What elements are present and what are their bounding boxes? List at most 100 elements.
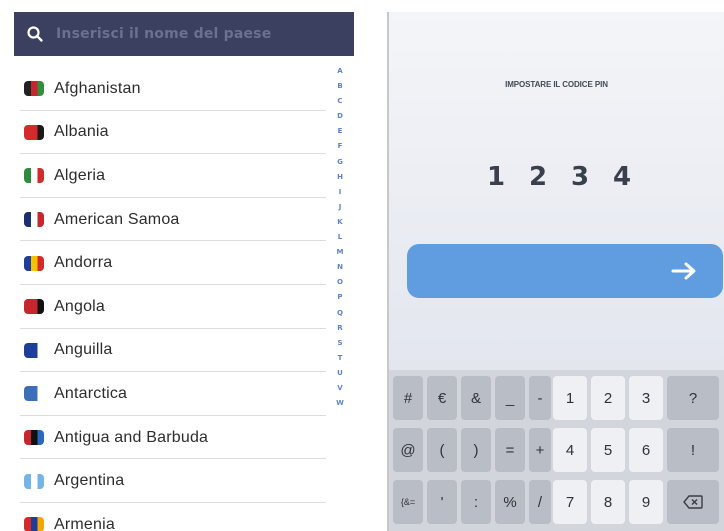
keyboard-key[interactable]: /: [529, 480, 551, 524]
flag-icon: [24, 473, 44, 489]
keyboard-key[interactable]: {&=: [393, 480, 423, 524]
alphabet-letter[interactable]: P: [332, 290, 348, 305]
alphabet-letter[interactable]: N: [332, 260, 348, 275]
country-name: Angola: [54, 297, 106, 315]
alphabet-letter[interactable]: J: [332, 200, 348, 215]
alphabet-letter[interactable]: B: [332, 79, 348, 94]
flag-icon: [24, 168, 44, 184]
country-name: Anguilla: [54, 341, 113, 359]
list-item[interactable]: Armenia: [14, 503, 326, 531]
search-icon[interactable]: [26, 25, 44, 43]
list-item[interactable]: Antarctica: [14, 372, 326, 416]
flag-icon: [24, 255, 44, 271]
country-name: Algeria: [54, 166, 106, 184]
flag-icon: [24, 124, 44, 140]
country-name: Afghanistan: [54, 79, 141, 97]
list-item[interactable]: Andorra: [14, 241, 326, 285]
country-name: Argentina: [54, 472, 125, 490]
alphabet-letter[interactable]: I: [332, 185, 348, 200]
country-name: American Samoa: [54, 210, 180, 228]
keyboard-key[interactable]: 9: [629, 480, 663, 524]
flag-icon: [24, 430, 44, 446]
keyboard-key[interactable]: ': [427, 480, 457, 524]
keyboard-key[interactable]: 6: [629, 428, 663, 472]
alphabet-letter[interactable]: G: [332, 155, 348, 170]
keyboard-key[interactable]: =: [495, 428, 525, 472]
keyboard-key[interactable]: 2: [591, 376, 625, 420]
list-item[interactable]: Algeria: [14, 154, 326, 198]
keyboard-key[interactable]: :: [461, 480, 491, 524]
country-picker: Afghanistan Albania Algeria American Samoa A…: [14, 12, 354, 531]
alphabet-letter[interactable]: R: [332, 321, 348, 336]
alphabet-letter[interactable]: Q: [332, 306, 348, 321]
country-name: Andorra: [54, 254, 113, 272]
flag-icon: [24, 517, 44, 531]
alphabet-letter[interactable]: L: [332, 230, 348, 245]
flag-icon: [24, 342, 44, 358]
pin-digit: 3: [570, 162, 590, 192]
keyboard-key[interactable]: 4: [553, 428, 587, 472]
keyboard-key[interactable]: _: [495, 376, 525, 420]
list-item[interactable]: Antigua and Barbuda: [14, 416, 326, 460]
arrow-right-icon: [671, 262, 696, 280]
keyboard-key[interactable]: €: [427, 376, 457, 420]
flag-icon: [24, 212, 44, 228]
pin-digits: 1234: [486, 162, 632, 192]
keyboard-key[interactable]: !: [667, 428, 719, 472]
keyboard-key[interactable]: +: [529, 428, 551, 472]
list-item[interactable]: Albania: [14, 111, 326, 155]
flag-icon: [24, 81, 44, 97]
keyboard-key[interactable]: 3: [629, 376, 663, 420]
alphabet-letter[interactable]: H: [332, 170, 348, 185]
keyboard-key[interactable]: 1: [553, 376, 587, 420]
backspace-key[interactable]: [667, 480, 719, 524]
keyboard-key[interactable]: 8: [591, 480, 625, 524]
alphabet-letter[interactable]: T: [332, 351, 348, 366]
keyboard-key[interactable]: -: [529, 376, 551, 420]
numeric-keyboard: # € & _ -1 2 3? @() = +4 5 6! {&= ':%/7 8 9: [389, 370, 724, 531]
keyboard-key[interactable]: %: [495, 480, 525, 524]
alphabet-letter[interactable]: W: [332, 396, 348, 411]
submit-pin-button[interactable]: [407, 244, 723, 298]
alphabet-letter[interactable]: K: [332, 215, 348, 230]
pin-title: IMPOSTARE IL CODICE PIN: [505, 80, 608, 89]
alphabet-letter[interactable]: U: [332, 366, 348, 381]
pin-screen: IMPOSTARE IL CODICE PIN 1234 # € & _ -1 2 3? @(…: [389, 12, 724, 531]
country-name: Albania: [54, 123, 109, 141]
keyboard-key[interactable]: &: [461, 376, 491, 420]
keyboard-key[interactable]: ?: [667, 376, 719, 420]
country-list: Afghanistan Albania Algeria American Samoa A…: [14, 67, 326, 531]
alphabet-letter[interactable]: A: [332, 64, 348, 79]
pin-digit: 2: [528, 162, 548, 192]
alphabet-letter[interactable]: D: [332, 109, 348, 124]
pin-digit: 4: [612, 162, 632, 192]
alphabet-index[interactable]: ABCDEFGHIJKLMNOPQRSTUVW: [332, 64, 348, 411]
search-input[interactable]: [56, 26, 326, 42]
alphabet-letter[interactable]: O: [332, 275, 348, 290]
list-item[interactable]: Angola: [14, 285, 326, 329]
alphabet-letter[interactable]: M: [332, 245, 348, 260]
keyboard-key[interactable]: (: [427, 428, 457, 472]
country-name: Armenia: [54, 515, 115, 531]
alphabet-letter[interactable]: F: [332, 139, 348, 154]
flag-icon: [24, 386, 44, 402]
alphabet-letter[interactable]: E: [332, 124, 348, 139]
list-item[interactable]: Anguilla: [14, 329, 326, 373]
keyboard-key[interactable]: ): [461, 428, 491, 472]
country-name: Antarctica: [54, 384, 128, 402]
flag-icon: [24, 299, 44, 315]
alphabet-letter[interactable]: V: [332, 381, 348, 396]
backspace-icon: [683, 495, 703, 509]
pin-digit: 1: [486, 162, 506, 192]
list-item[interactable]: Afghanistan: [14, 67, 326, 111]
alphabet-letter[interactable]: C: [332, 94, 348, 109]
alphabet-letter[interactable]: S: [332, 336, 348, 351]
keyboard-key[interactable]: #: [393, 376, 423, 420]
list-item[interactable]: American Samoa: [14, 198, 326, 242]
keyboard-key[interactable]: @: [393, 428, 423, 472]
keyboard-key[interactable]: 7: [553, 480, 587, 524]
search-bar: [14, 12, 354, 56]
country-name: Antigua and Barbuda: [54, 428, 209, 446]
keyboard-key[interactable]: 5: [591, 428, 625, 472]
list-item[interactable]: Argentina: [14, 459, 326, 503]
